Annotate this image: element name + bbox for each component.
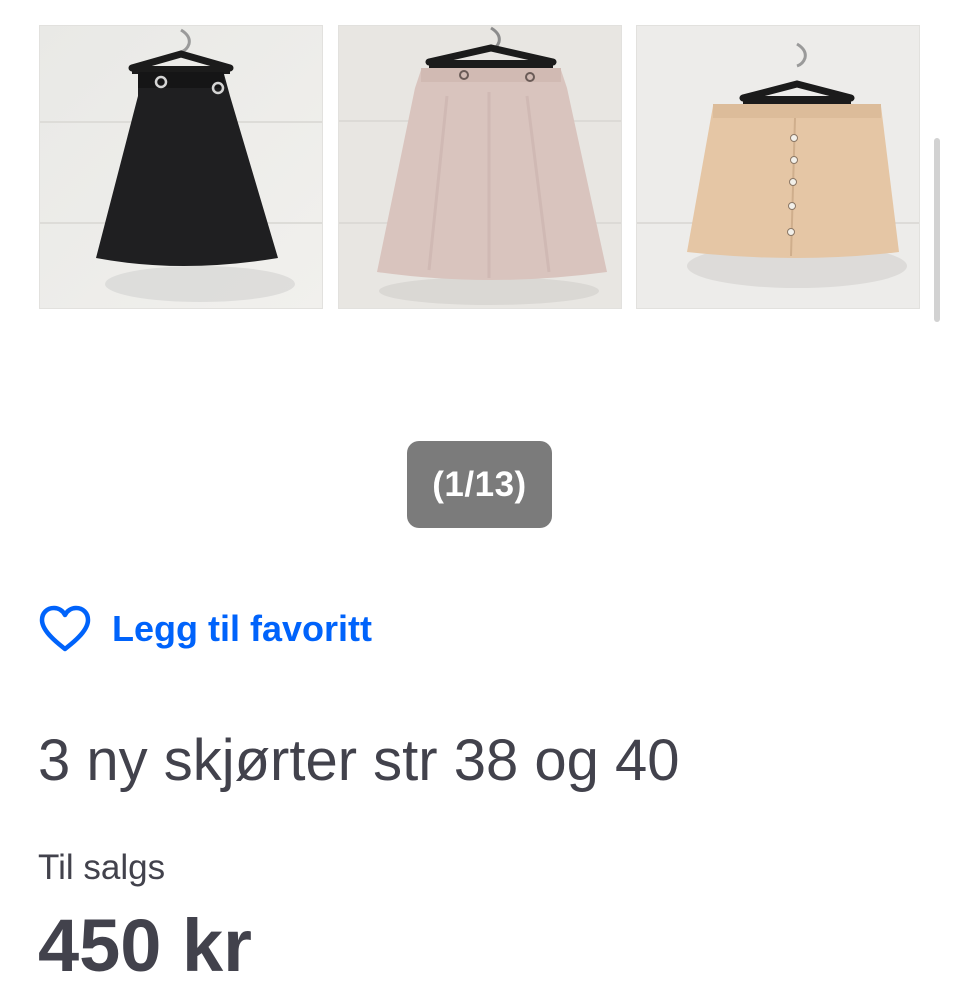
listing-price: 450 kr bbox=[38, 904, 252, 987]
gallery-image-beige-skirt[interactable] bbox=[637, 26, 919, 308]
gallery-scrollbar[interactable] bbox=[934, 138, 940, 322]
heart-outline-icon bbox=[38, 605, 92, 653]
favorite-label: Legg til favoritt bbox=[112, 608, 372, 649]
listing-title: 3 ny skjørter str 38 og 40 bbox=[38, 728, 680, 793]
gallery-image-pink-skirt[interactable] bbox=[339, 26, 621, 308]
sale-status-label: Til salgs bbox=[38, 848, 166, 887]
gallery-image-black-skirt[interactable] bbox=[40, 26, 322, 308]
image-counter-badge: (1/13) bbox=[407, 441, 552, 528]
image-gallery[interactable] bbox=[0, 0, 960, 322]
add-to-favorites-button[interactable]: Legg til favoritt bbox=[38, 603, 372, 655]
